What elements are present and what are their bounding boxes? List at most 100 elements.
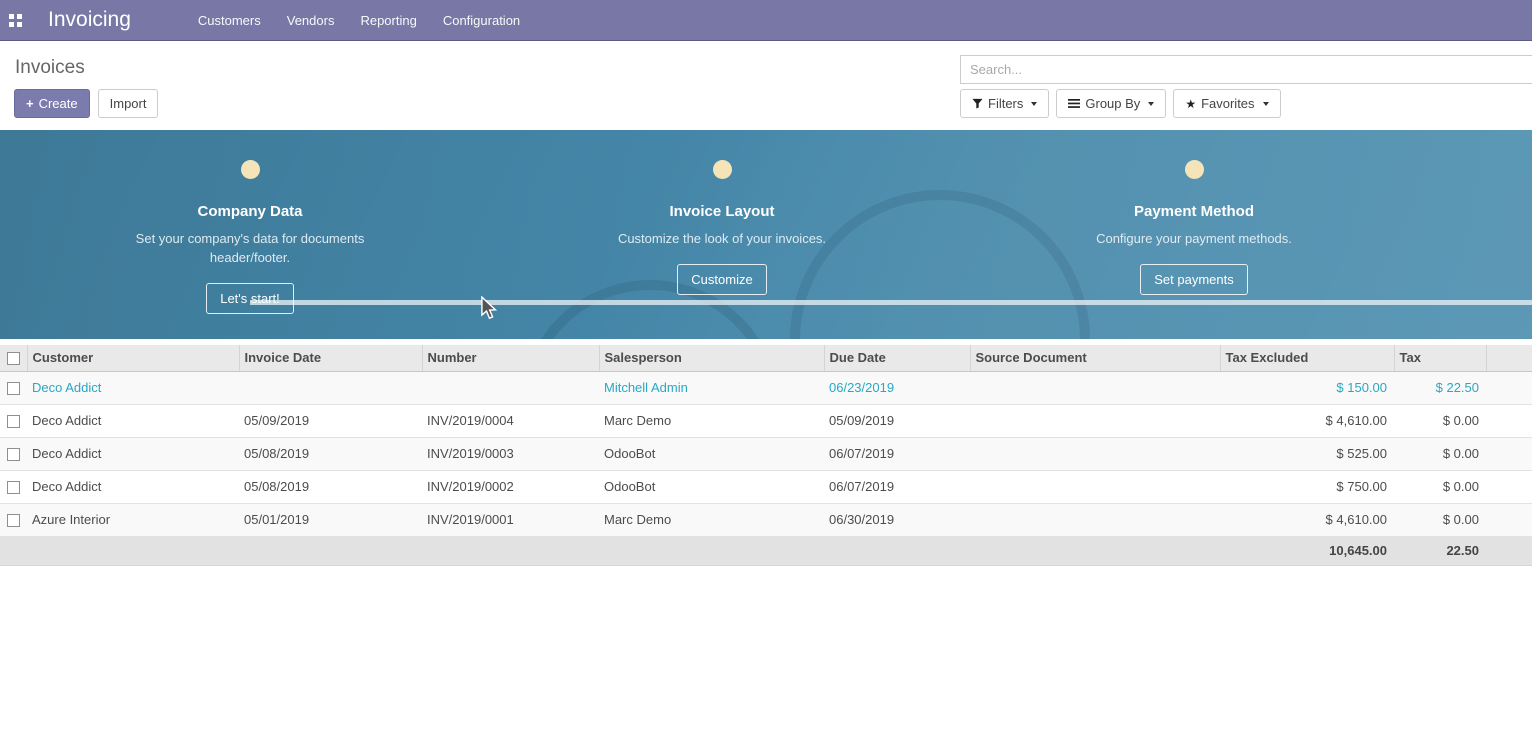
create-button[interactable]: + Create xyxy=(14,89,90,118)
step-dot xyxy=(1185,160,1204,179)
filters-button[interactable]: Filters xyxy=(960,89,1049,118)
column-header-tax[interactable]: Tax xyxy=(1394,345,1486,371)
cell-filler xyxy=(1486,404,1532,437)
cell-tax-excluded: $ 525.00 xyxy=(1220,437,1394,470)
cell-invoice-date: 05/08/2019 xyxy=(239,470,422,503)
cell-source-document xyxy=(970,371,1220,404)
total-tax: 22.50 xyxy=(1394,536,1486,565)
chevron-down-icon xyxy=(1148,102,1154,106)
create-button-label: Create xyxy=(39,96,78,111)
import-button[interactable]: Import xyxy=(98,89,159,118)
favorites-button[interactable]: ★ Favorites xyxy=(1173,89,1280,118)
invoices-table: Customer Invoice Date Number Salesperson… xyxy=(0,345,1532,566)
lets-start-button[interactable]: Let's start! xyxy=(206,283,294,314)
row-checkbox[interactable] xyxy=(7,514,20,527)
column-header-due-date[interactable]: Due Date xyxy=(824,345,970,371)
cell-salesperson: Marc Demo xyxy=(599,404,824,437)
cell-tax-excluded: $ 4,610.00 xyxy=(1220,503,1394,536)
apps-grid-icon[interactable] xyxy=(9,14,22,27)
cell-source-document xyxy=(970,470,1220,503)
cell-customer: Deco Addict xyxy=(27,404,239,437)
cell-invoice-date: 05/01/2019 xyxy=(239,503,422,536)
onboarding-banner: Company Data Set your company's data for… xyxy=(0,130,1532,339)
plus-icon: + xyxy=(26,96,34,111)
cell-customer: Deco Addict xyxy=(27,470,239,503)
search-input[interactable] xyxy=(961,56,1532,83)
column-header-tax-excluded[interactable]: Tax Excluded xyxy=(1220,345,1394,371)
step-description: Customize the look of your invoices. xyxy=(607,230,837,249)
cell-tax: $ 22.50 xyxy=(1394,371,1486,404)
select-all-checkbox[interactable] xyxy=(7,352,20,365)
cell-invoice-date xyxy=(239,371,422,404)
cell-number: INV/2019/0001 xyxy=(422,503,599,536)
cell-salesperson: Mitchell Admin xyxy=(599,371,824,404)
star-icon: ★ xyxy=(1185,97,1196,111)
column-header-invoice-date[interactable]: Invoice Date xyxy=(239,345,422,371)
nav-item-vendors[interactable]: Vendors xyxy=(276,7,346,34)
table-row[interactable]: Deco Addict Mitchell Admin 06/23/2019 $ … xyxy=(0,371,1532,404)
step-title: Payment Method xyxy=(1039,203,1349,220)
cell-source-document xyxy=(970,437,1220,470)
nav-menu: Customers Vendors Reporting Configuratio… xyxy=(187,7,531,34)
set-payments-button[interactable]: Set payments xyxy=(1140,264,1248,295)
column-header-filler xyxy=(1486,345,1532,371)
cell-source-document xyxy=(970,503,1220,536)
cell-source-document xyxy=(970,404,1220,437)
top-navbar: Invoicing Customers Vendors Reporting Co… xyxy=(0,0,1532,41)
table-row[interactable]: Deco Addict 05/08/2019 INV/2019/0002 Odo… xyxy=(0,470,1532,503)
cell-filler xyxy=(1486,437,1532,470)
step-description: Configure your payment methods. xyxy=(1079,230,1309,249)
cell-tax: $ 0.00 xyxy=(1394,437,1486,470)
total-tax-excluded: 10,645.00 xyxy=(1220,536,1394,565)
row-checkbox[interactable] xyxy=(7,382,20,395)
favorites-button-label: Favorites xyxy=(1201,96,1254,111)
app-brand[interactable]: Invoicing xyxy=(48,8,131,32)
nav-item-reporting[interactable]: Reporting xyxy=(349,7,427,34)
cell-filler xyxy=(1486,371,1532,404)
cell-filler xyxy=(1486,503,1532,536)
cell-due-date: 06/30/2019 xyxy=(824,503,970,536)
action-buttons: + Create Import xyxy=(14,89,158,118)
column-header-source-document[interactable]: Source Document xyxy=(970,345,1220,371)
step-description: Set your company's data for documents he… xyxy=(135,230,365,268)
table-header-row: Customer Invoice Date Number Salesperson… xyxy=(0,345,1532,371)
cell-salesperson: OdooBot xyxy=(599,437,824,470)
cell-due-date: 06/07/2019 xyxy=(824,470,970,503)
table-row[interactable]: Azure Interior 05/01/2019 INV/2019/0001 … xyxy=(0,503,1532,536)
cell-due-date: 06/23/2019 xyxy=(824,371,970,404)
cell-invoice-date: 05/09/2019 xyxy=(239,404,422,437)
cell-tax-excluded: $ 750.00 xyxy=(1220,470,1394,503)
group-by-button[interactable]: Group By xyxy=(1056,89,1166,118)
table-row[interactable]: Deco Addict 05/09/2019 INV/2019/0004 Mar… xyxy=(0,404,1532,437)
cell-tax-excluded: $ 4,610.00 xyxy=(1220,404,1394,437)
cell-filler xyxy=(1486,470,1532,503)
column-header-salesperson[interactable]: Salesperson xyxy=(599,345,824,371)
cell-number: INV/2019/0002 xyxy=(422,470,599,503)
group-by-button-label: Group By xyxy=(1085,96,1140,111)
filter-funnel-icon xyxy=(972,98,983,109)
cell-due-date: 05/09/2019 xyxy=(824,404,970,437)
search-box xyxy=(960,55,1532,84)
filters-button-label: Filters xyxy=(988,96,1023,111)
column-header-number[interactable]: Number xyxy=(422,345,599,371)
nav-item-configuration[interactable]: Configuration xyxy=(432,7,531,34)
cell-tax: $ 0.00 xyxy=(1394,503,1486,536)
row-checkbox[interactable] xyxy=(7,481,20,494)
cell-customer: Azure Interior xyxy=(27,503,239,536)
step-dot xyxy=(713,160,732,179)
cell-tax: $ 0.00 xyxy=(1394,470,1486,503)
cell-salesperson: Marc Demo xyxy=(599,503,824,536)
cell-tax: $ 0.00 xyxy=(1394,404,1486,437)
chevron-down-icon xyxy=(1263,102,1269,106)
row-checkbox[interactable] xyxy=(7,448,20,461)
search-filter-buttons: Filters Group By ★ Favorites xyxy=(960,89,1281,118)
table-row[interactable]: Deco Addict 05/08/2019 INV/2019/0003 Odo… xyxy=(0,437,1532,470)
import-button-label: Import xyxy=(110,96,147,111)
table-totals-row: 10,645.00 22.50 xyxy=(0,536,1532,565)
row-checkbox[interactable] xyxy=(7,415,20,428)
column-header-customer[interactable]: Customer xyxy=(27,345,239,371)
chevron-down-icon xyxy=(1031,102,1037,106)
customize-button[interactable]: Customize xyxy=(677,264,766,295)
onboarding-progress-line xyxy=(250,300,1532,305)
nav-item-customers[interactable]: Customers xyxy=(187,7,272,34)
